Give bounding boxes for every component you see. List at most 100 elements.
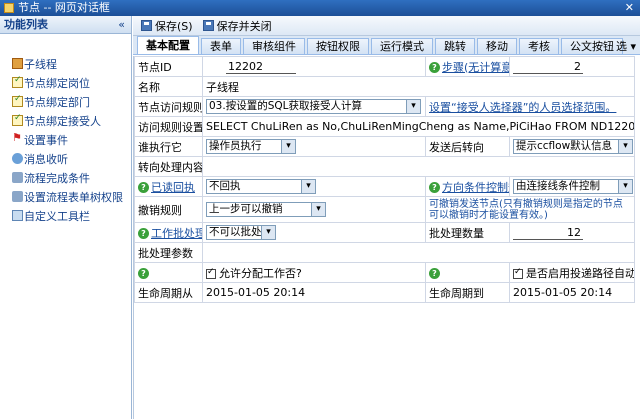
undo-label: 撤销规则 — [134, 196, 203, 223]
sidebar-item-label: 设置流程表单树权限 — [24, 190, 123, 204]
tab-more-dropdown[interactable]: 选 ▾ — [616, 38, 636, 54]
sidebar-item-custom-toolbar[interactable]: 自定义工具栏 — [12, 206, 131, 225]
access-rule-select[interactable]: 03.按设置的SQL获取接受人计算 — [206, 99, 421, 114]
tab-basic-config[interactable]: 基本配置 — [137, 36, 199, 54]
step-field[interactable]: 2 — [513, 59, 583, 74]
batch-label-link[interactable]: 工作批处理 — [151, 227, 202, 240]
batch-select[interactable]: 不可以批处理 — [206, 225, 276, 240]
cond-label-link[interactable]: 方向条件控制规则 — [442, 181, 509, 194]
after-send-select[interactable]: 提示ccflow默认信息 — [513, 139, 633, 154]
main-area: 保存(S) 保存并关闭 基本配置 表单 审核组件 按钮权限 运行模式 跳转 移动… — [133, 16, 640, 419]
name-label: 名称 — [134, 76, 203, 97]
step-label-link[interactable]: 步骤(无计算意义) — [442, 61, 509, 74]
sidebar-item-form-tree-permission[interactable]: 设置流程表单树权限 — [12, 187, 131, 206]
home-icon — [12, 58, 23, 69]
batch-params-label: 批处理参数 — [134, 242, 203, 263]
life-from-label: 生命周期从 — [134, 282, 203, 303]
function-list-header: 功能列表 « — [0, 16, 131, 34]
tab-move[interactable]: 移动 — [477, 38, 517, 54]
returned-select[interactable]: 不回执 — [206, 179, 316, 194]
node-id-field[interactable]: 12202 — [226, 59, 296, 74]
tab-jump[interactable]: 跳转 — [435, 38, 475, 54]
after-send-label: 发送后转向 — [425, 136, 510, 157]
flag-icon — [12, 131, 23, 145]
who-exec-label: 谁执行它 — [134, 136, 203, 157]
form-container: 节点ID 12202 ?步骤(无计算意义) 2 名称 子线程 节点访问规则 03… — [133, 56, 640, 419]
sidebar-item-message-listen[interactable]: 消息收听 — [12, 149, 131, 168]
check-icon — [12, 75, 23, 88]
function-list: 子线程 节点绑定岗位 节点绑定部门 节点绑定接受人 设置事件 消息收听 流程完成… — [0, 34, 131, 225]
save-close-icon — [202, 20, 214, 31]
collapse-icon[interactable]: « — [118, 16, 125, 34]
save-icon — [141, 20, 152, 31]
close-icon[interactable]: ✕ — [625, 0, 634, 16]
access-content-field[interactable]: SELECT ChuLiRen as No,ChuLiRenMingCheng … — [202, 116, 635, 137]
people-icon — [12, 153, 23, 164]
returned-label-link[interactable]: 已读回执 — [151, 181, 195, 194]
tab-form[interactable]: 表单 — [201, 38, 241, 54]
enable-skip-checkbox[interactable] — [513, 267, 523, 279]
table-icon — [12, 210, 23, 221]
allow-assign-checkbox[interactable] — [206, 267, 216, 279]
life-to-label: 生命周期到 — [425, 282, 510, 303]
tab-document-buttons[interactable]: 公文按钮 — [561, 38, 623, 54]
sidebar-item-label: 子线程 — [24, 57, 57, 71]
sidebar-item-subthread[interactable]: 子线程 — [12, 54, 131, 73]
help-icon[interactable]: ? — [138, 182, 149, 193]
save-button[interactable]: 保存(S) — [141, 18, 193, 34]
batch-count-field[interactable]: 12 — [513, 225, 583, 240]
gear-icon — [12, 191, 23, 202]
undo-select[interactable]: 上一步可以撤销 — [206, 202, 326, 217]
sidebar-item-label: 节点绑定接受人 — [24, 114, 101, 128]
sidebar-item-label: 节点绑定岗位 — [24, 76, 90, 90]
sidebar-item-label: 流程完成条件 — [24, 171, 90, 185]
enable-skip-label: 是否启用投递路径自动记忆功能? — [526, 266, 634, 280]
sidebar-item-bind-position[interactable]: 节点绑定岗位 — [12, 73, 131, 92]
life-from-value[interactable]: 2015-01-05 20:14 — [202, 282, 426, 303]
sidebar-item-bind-receiver[interactable]: 节点绑定接受人 — [12, 111, 131, 130]
undo-note: 可撤销发送节点(只有撤销规则是指定的节点可以撤销时才能设置有效。) — [425, 196, 635, 223]
redirect-label: 转向处理内容 — [134, 156, 203, 177]
tab-bar: 基本配置 表单 审核组件 按钮权限 运行模式 跳转 移动 考核 公文按钮 选 ▾ — [133, 36, 640, 55]
access-content-label: 访问规则设置内容 — [134, 116, 203, 137]
sidebar-item-label: 设置事件 — [24, 133, 68, 147]
help-icon[interactable]: ? — [138, 228, 149, 239]
window-title-bar: 节点 -- 网页对话框 ✕ — [0, 0, 640, 16]
sidebar-item-bind-department[interactable]: 节点绑定部门 — [12, 92, 131, 111]
sidebar-item-label: 消息收听 — [24, 152, 68, 166]
toolbar: 保存(S) 保存并关闭 — [133, 16, 640, 36]
access-rule-label: 节点访问规则 — [134, 96, 203, 117]
tab-button-permission[interactable]: 按钮权限 — [307, 38, 369, 54]
node-id-label: 节点ID — [134, 56, 203, 77]
check-icon — [12, 94, 23, 107]
name-field[interactable]: 子线程 — [202, 76, 635, 97]
batch-params-field[interactable] — [202, 242, 635, 263]
function-list-panel: 功能列表 « 子线程 节点绑定岗位 节点绑定部门 节点绑定接受人 设置事件 消息… — [0, 16, 132, 419]
save-close-button-label: 保存并关闭 — [216, 19, 272, 33]
tab-audit-component[interactable]: 审核组件 — [243, 38, 305, 54]
help-icon[interactable]: ? — [138, 267, 149, 279]
sidebar-item-events[interactable]: 设置事件 — [12, 130, 131, 149]
save-close-button[interactable]: 保存并关闭 — [202, 18, 272, 34]
who-exec-select[interactable]: 操作员执行 — [206, 139, 296, 154]
help-icon[interactable]: ? — [429, 182, 440, 193]
cond-select[interactable]: 由连接线条件控制 — [513, 179, 633, 194]
check-icon — [12, 113, 23, 126]
help-icon[interactable]: ? — [429, 267, 440, 279]
save-button-label: 保存(S) — [155, 19, 193, 33]
tab-run-mode[interactable]: 运行模式 — [371, 38, 433, 54]
sidebar-item-label: 自定义工具栏 — [24, 209, 90, 223]
gear-icon — [12, 172, 23, 183]
help-icon[interactable]: ? — [429, 62, 440, 73]
life-to-value[interactable]: 2015-01-05 20:14 — [509, 282, 635, 303]
tab-assessment[interactable]: 考核 — [519, 38, 559, 54]
function-list-title: 功能列表 — [4, 18, 48, 31]
sidebar-item-completion-condition[interactable]: 流程完成条件 — [12, 168, 131, 187]
sidebar-item-label: 节点绑定部门 — [24, 95, 90, 109]
redirect-field[interactable] — [202, 156, 635, 177]
window-title: 节点 -- 网页对话框 — [18, 1, 110, 14]
allow-assign-label: 允许分配工作否? — [219, 266, 302, 280]
basic-config-form: 节点ID 12202 ?步骤(无计算意义) 2 名称 子线程 节点访问规则 03… — [134, 56, 635, 303]
batch-count-label: 批处理数量 — [425, 222, 510, 243]
access-rule-link[interactable]: 设置“接受人选择器”的人员选择范围。 — [429, 101, 616, 114]
